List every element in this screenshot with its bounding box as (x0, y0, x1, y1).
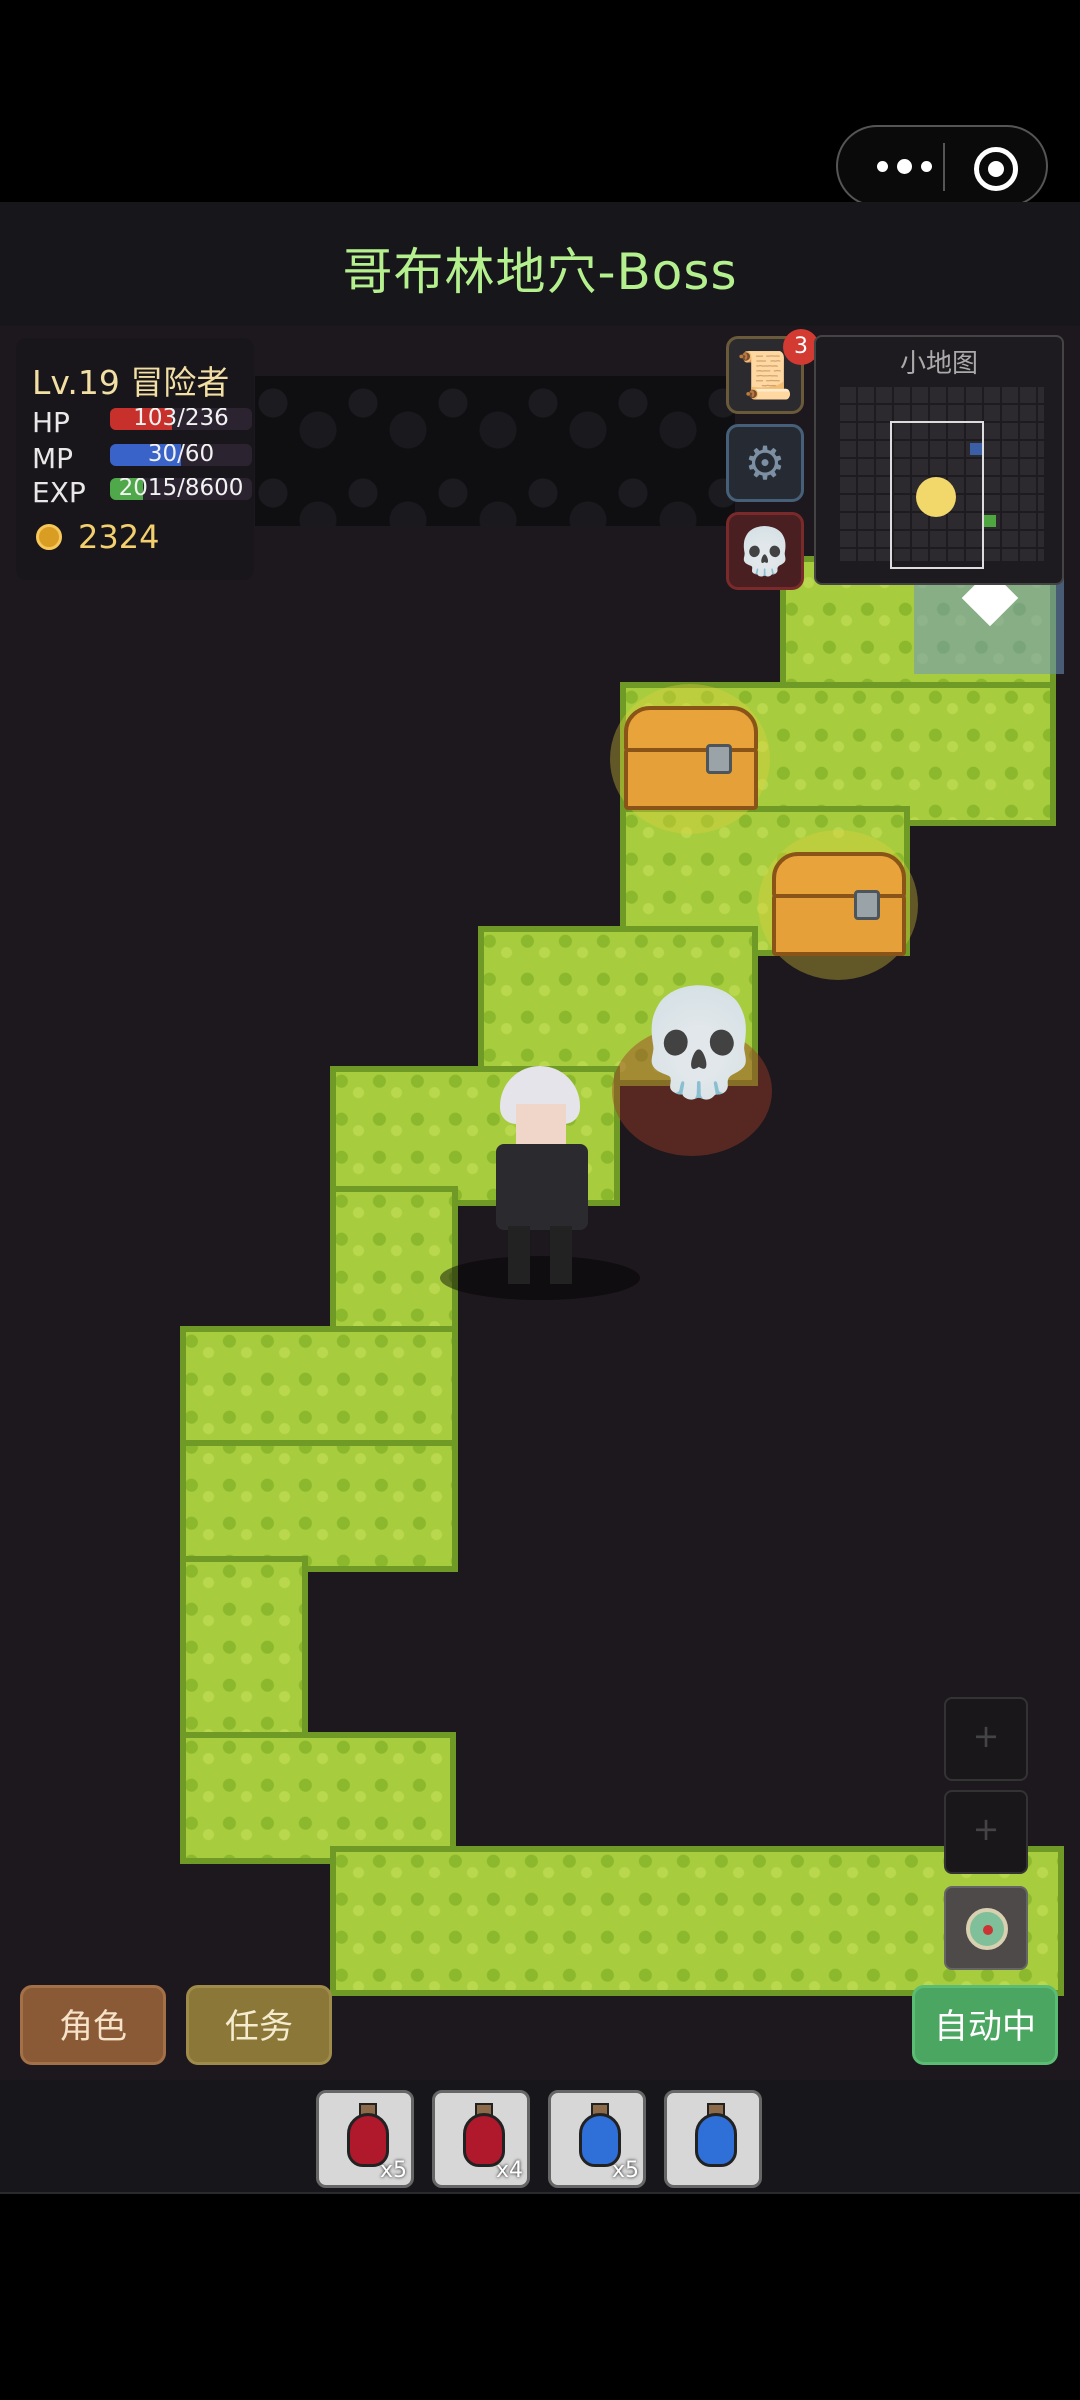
item-quantity: x4 (495, 2158, 523, 2183)
minimap-label: 小地图 (899, 349, 978, 379)
role-button[interactable]: 角色 (20, 1985, 166, 2065)
gold-amount: 2324 (78, 518, 160, 556)
grass-tile (180, 1732, 456, 1864)
hp-row: HP 103/236 (32, 406, 252, 439)
item-quantity: x5 (611, 2158, 639, 2183)
coin-icon (36, 524, 62, 550)
minimap-player-marker (916, 477, 956, 517)
hp-bar: 103/236 (110, 408, 252, 430)
exp-row: EXP 2015/8600 (32, 476, 252, 509)
title-bar: 哥布林地穴-Boss (0, 202, 1080, 326)
mp-label: MP (32, 442, 74, 475)
minimap-blue-marker (970, 443, 982, 455)
grass-tile (180, 1432, 458, 1572)
item-bar: x5 x4 x5 (0, 2080, 1080, 2194)
skull-icon: 💀 (736, 524, 794, 578)
status-area (0, 0, 1080, 207)
minimap-green-marker (984, 515, 996, 527)
compass-icon (966, 1908, 1008, 1950)
empty-skill-slot-2[interactable]: + (944, 1790, 1028, 1874)
quest-button[interactable]: 任务 (186, 1985, 332, 2065)
blue-potion-icon (695, 2113, 737, 2167)
grass-tile (180, 1326, 458, 1446)
mp-value: 30/60 (147, 444, 215, 466)
player-level: Lv.19 冒险者 (32, 363, 230, 402)
item-slot-blue-potion[interactable]: x5 (548, 2090, 646, 2188)
mp-bar: 30/60 (110, 444, 252, 466)
item-quantity: x5 (379, 2158, 407, 2183)
plus-icon: + (972, 1810, 1000, 1848)
minimap-grid (838, 385, 1044, 569)
compass-button[interactable] (944, 1886, 1028, 1970)
bottom-area (0, 2194, 1080, 2400)
quest-log-button[interactable]: 📜 3 (726, 329, 819, 414)
hp-label: HP (32, 406, 70, 439)
mini-program-capsule (836, 125, 1048, 207)
mp-row: MP 30/60 (32, 442, 252, 475)
item-slot-red-potion[interactable]: x5 (316, 2090, 414, 2188)
page-title: 哥布林地穴-Boss (342, 243, 738, 301)
treasure-chest-icon[interactable] (610, 684, 770, 834)
minimap[interactable]: 小地图 (814, 335, 1064, 585)
auto-battle-button[interactable]: 自动中 (912, 1985, 1058, 2065)
plus-icon: + (972, 1717, 1000, 1755)
exp-label: EXP (32, 476, 86, 509)
exp-bar: 2015/8600 (110, 478, 252, 500)
hp-value: 103/236 (133, 408, 229, 430)
item-slot-red-potion[interactable]: x4 (432, 2090, 530, 2188)
player-stats-panel: Lv.19 冒险者 HP 103/236 MP 30/60 EXP 2015/8… (16, 338, 254, 580)
gear-icon: ⚙ (744, 436, 786, 490)
more-dots-icon[interactable] (866, 151, 942, 181)
target-circle-icon[interactable] (974, 147, 1018, 191)
empty-skill-slot-1[interactable]: + (944, 1697, 1028, 1781)
settings-button[interactable]: ⚙ (726, 424, 804, 502)
boss-button[interactable]: 💀 (726, 512, 804, 590)
rock-wall (255, 376, 735, 526)
gold-display: 2324 (36, 518, 159, 556)
capsule-divider (943, 143, 945, 191)
exp-value: 2015/8600 (118, 478, 244, 500)
item-slot-blue-potion[interactable] (664, 2090, 762, 2188)
treasure-chest-icon[interactable] (758, 830, 918, 980)
player-character (440, 1066, 640, 1300)
enemy-skull-icon[interactable]: 💀 (608, 990, 772, 1156)
